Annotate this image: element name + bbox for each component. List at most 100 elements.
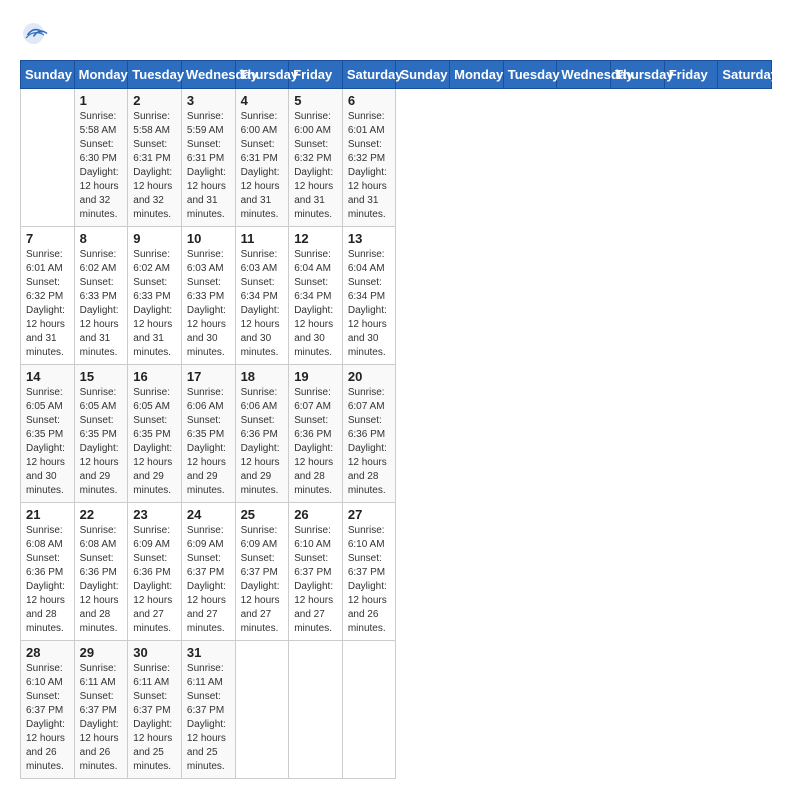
calendar-cell: 16 Sunrise: 6:05 AMSunset: 6:35 PMDayligh… [128, 365, 182, 503]
day-info: Sunrise: 6:10 AMSunset: 6:37 PMDaylight:… [348, 524, 391, 636]
day-number: 21 [26, 507, 69, 522]
header-thursday: Thursday [611, 61, 665, 89]
day-number: 12 [294, 231, 337, 246]
day-info: Sunrise: 6:07 AMSunset: 6:36 PMDaylight:… [348, 386, 391, 498]
day-number: 20 [348, 369, 391, 384]
day-number: 31 [187, 645, 230, 660]
week-row-3: 14 Sunrise: 6:05 AMSunset: 6:35 PMDayligh… [21, 365, 772, 503]
day-info: Sunrise: 5:58 AMSunset: 6:30 PMDaylight:… [80, 110, 123, 222]
calendar-cell: 21 Sunrise: 6:08 AMSunset: 6:36 PMDayligh… [21, 503, 75, 641]
calendar-cell: 26Sunrise: 6:10 AMSunset: 6:37 PMDayligh… [289, 503, 343, 641]
day-info: Sunrise: 6:00 AMSunset: 6:32 PMDaylight:… [294, 110, 337, 222]
calendar-cell: 29 Sunrise: 6:11 AMSunset: 6:37 PMDayligh… [74, 641, 128, 779]
day-number: 8 [80, 231, 123, 246]
day-info: Sunrise: 6:11 AMSunset: 6:37 PMDaylight:… [80, 662, 123, 774]
day-info: Sunrise: 6:06 AMSunset: 6:36 PMDaylight:… [241, 386, 284, 498]
header-sunday: Sunday [396, 61, 450, 89]
calendar-cell: 24 Sunrise: 6:09 AMSunset: 6:37 PMDayligh… [181, 503, 235, 641]
calendar-cell: 9 Sunrise: 6:02 AMSunset: 6:33 PMDaylight… [128, 227, 182, 365]
calendar-cell: 10 Sunrise: 6:03 AMSunset: 6:33 PMDayligh… [181, 227, 235, 365]
calendar-cell: 28 Sunrise: 6:10 AMSunset: 6:37 PMDayligh… [21, 641, 75, 779]
calendar-cell: 19 Sunrise: 6:07 AMSunset: 6:36 PMDayligh… [289, 365, 343, 503]
calendar-cell: 1 Sunrise: 5:58 AMSunset: 6:30 PMDaylight… [74, 89, 128, 227]
header-saturday: Saturday [342, 61, 396, 89]
day-number: 17 [187, 369, 230, 384]
day-number: 19 [294, 369, 337, 384]
header-tuesday: Tuesday [128, 61, 182, 89]
day-info: Sunrise: 6:01 AMSunset: 6:32 PMDaylight:… [26, 248, 69, 360]
week-row-2: 7 Sunrise: 6:01 AMSunset: 6:32 PMDaylight… [21, 227, 772, 365]
day-info: Sunrise: 6:04 AMSunset: 6:34 PMDaylight:… [348, 248, 391, 360]
day-info: Sunrise: 6:02 AMSunset: 6:33 PMDaylight:… [133, 248, 176, 360]
calendar-cell: 13 Sunrise: 6:04 AMSunset: 6:34 PMDayligh… [342, 227, 396, 365]
day-number: 24 [187, 507, 230, 522]
calendar-cell: 31 Sunrise: 6:11 AMSunset: 6:37 PMDayligh… [181, 641, 235, 779]
day-number: 23 [133, 507, 176, 522]
calendar-cell: 3Sunrise: 5:59 AMSunset: 6:31 PMDaylight… [181, 89, 235, 227]
day-info: Sunrise: 6:07 AMSunset: 6:36 PMDaylight:… [294, 386, 337, 498]
day-info: Sunrise: 6:03 AMSunset: 6:33 PMDaylight:… [187, 248, 230, 360]
calendar-cell: 30 Sunrise: 6:11 AMSunset: 6:37 PMDayligh… [128, 641, 182, 779]
day-number: 9 [133, 231, 176, 246]
day-number: 26 [294, 507, 337, 522]
calendar-cell: 7 Sunrise: 6:01 AMSunset: 6:32 PMDaylight… [21, 227, 75, 365]
day-info: Sunrise: 5:59 AMSunset: 6:31 PMDaylight:… [187, 110, 230, 222]
header-friday: Friday [289, 61, 343, 89]
calendar-cell [21, 89, 75, 227]
calendar-cell: 8 Sunrise: 6:02 AMSunset: 6:33 PMDaylight… [74, 227, 128, 365]
day-number: 4 [241, 93, 284, 108]
page-header [20, 20, 772, 50]
day-info: Sunrise: 6:04 AMSunset: 6:34 PMDaylight:… [294, 248, 337, 360]
day-number: 10 [187, 231, 230, 246]
day-info: Sunrise: 6:09 AMSunset: 6:36 PMDaylight:… [133, 524, 176, 636]
day-number: 14 [26, 369, 69, 384]
day-info: Sunrise: 6:11 AMSunset: 6:37 PMDaylight:… [187, 662, 230, 774]
day-info: Sunrise: 6:09 AMSunset: 6:37 PMDaylight:… [241, 524, 284, 636]
day-info: Sunrise: 6:08 AMSunset: 6:36 PMDaylight:… [80, 524, 123, 636]
calendar-cell: 22Sunrise: 6:08 AMSunset: 6:36 PMDayligh… [74, 503, 128, 641]
day-number: 25 [241, 507, 284, 522]
day-info: Sunrise: 6:09 AMSunset: 6:37 PMDaylight:… [187, 524, 230, 636]
day-number: 28 [26, 645, 69, 660]
day-info: Sunrise: 6:05 AMSunset: 6:35 PMDaylight:… [26, 386, 69, 498]
calendar-cell: 23 Sunrise: 6:09 AMSunset: 6:36 PMDayligh… [128, 503, 182, 641]
day-info: Sunrise: 6:05 AMSunset: 6:35 PMDaylight:… [80, 386, 123, 498]
day-number: 15 [80, 369, 123, 384]
day-number: 18 [241, 369, 284, 384]
day-info: Sunrise: 6:05 AMSunset: 6:35 PMDaylight:… [133, 386, 176, 498]
header-monday: Monday [450, 61, 504, 89]
calendar-cell: 5 Sunrise: 6:00 AMSunset: 6:32 PMDaylight… [289, 89, 343, 227]
header-wednesday: Wednesday [557, 61, 611, 89]
day-number: 7 [26, 231, 69, 246]
calendar-cell: 25 Sunrise: 6:09 AMSunset: 6:37 PMDayligh… [235, 503, 289, 641]
day-info: Sunrise: 6:10 AMSunset: 6:37 PMDaylight:… [26, 662, 69, 774]
header-saturday: Saturday [718, 61, 772, 89]
header-wednesday: Wednesday [181, 61, 235, 89]
calendar-cell: 18 Sunrise: 6:06 AMSunset: 6:36 PMDayligh… [235, 365, 289, 503]
calendar-cell: 12 Sunrise: 6:04 AMSunset: 6:34 PMDayligh… [289, 227, 343, 365]
week-row-4: 21 Sunrise: 6:08 AMSunset: 6:36 PMDayligh… [21, 503, 772, 641]
day-info: Sunrise: 6:02 AMSunset: 6:33 PMDaylight:… [80, 248, 123, 360]
day-number: 1 [80, 93, 123, 108]
day-number: 30 [133, 645, 176, 660]
day-number: 27 [348, 507, 391, 522]
calendar-cell: 2Sunrise: 5:58 AMSunset: 6:31 PMDaylight… [128, 89, 182, 227]
day-number: 13 [348, 231, 391, 246]
day-number: 5 [294, 93, 337, 108]
calendar-cell: 17Sunrise: 6:06 AMSunset: 6:35 PMDayligh… [181, 365, 235, 503]
day-info: Sunrise: 5:58 AMSunset: 6:31 PMDaylight:… [133, 110, 176, 222]
header-monday: Monday [74, 61, 128, 89]
calendar-cell: 27 Sunrise: 6:10 AMSunset: 6:37 PMDayligh… [342, 503, 396, 641]
calendar-cell: 4Sunrise: 6:00 AMSunset: 6:31 PMDaylight… [235, 89, 289, 227]
calendar-cell: 6Sunrise: 6:01 AMSunset: 6:32 PMDaylight… [342, 89, 396, 227]
day-number: 16 [133, 369, 176, 384]
logo-icon [20, 20, 50, 50]
calendar-cell: 11Sunrise: 6:03 AMSunset: 6:34 PMDayligh… [235, 227, 289, 365]
day-info: Sunrise: 6:11 AMSunset: 6:37 PMDaylight:… [133, 662, 176, 774]
week-row-1: 1 Sunrise: 5:58 AMSunset: 6:30 PMDaylight… [21, 89, 772, 227]
calendar-header-row: SundayMondayTuesdayWednesdayThursdayFrid… [21, 61, 772, 89]
calendar-cell: 14 Sunrise: 6:05 AMSunset: 6:35 PMDayligh… [21, 365, 75, 503]
day-number: 11 [241, 231, 284, 246]
day-info: Sunrise: 6:08 AMSunset: 6:36 PMDaylight:… [26, 524, 69, 636]
day-number: 29 [80, 645, 123, 660]
